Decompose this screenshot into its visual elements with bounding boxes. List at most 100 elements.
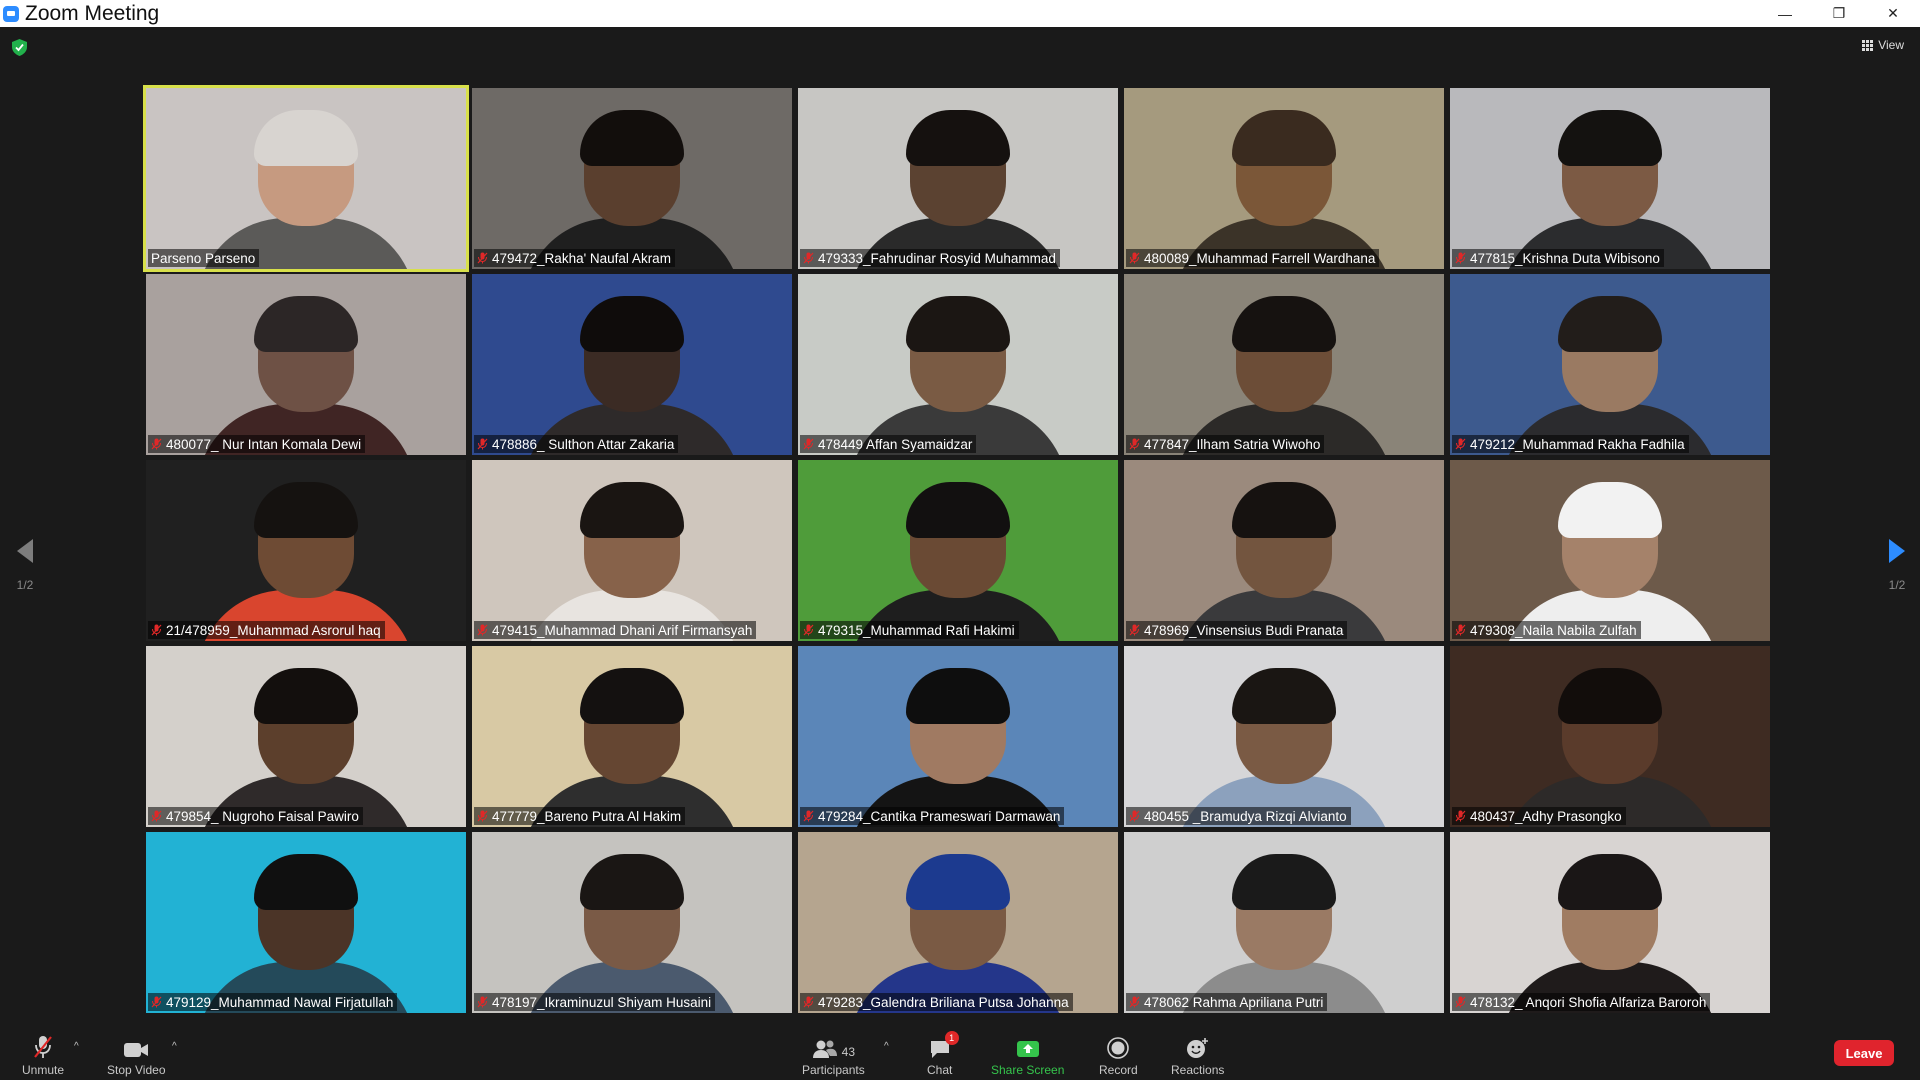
microphone-muted-icon	[477, 438, 488, 450]
participant-tile[interactable]: 478132_ Anqori Shofia Alfariza Baroroh	[1450, 832, 1770, 1013]
participant-hair	[1558, 668, 1662, 724]
participant-video	[798, 460, 1118, 641]
participant-tile[interactable]: 479308_Naila Nabila Zulfah	[1450, 460, 1770, 641]
arrow-right-icon[interactable]	[1888, 538, 1906, 564]
participant-tile[interactable]: 479315_Muhammad Rafi Hakimi	[798, 460, 1118, 641]
participant-video	[1124, 460, 1444, 641]
participant-name: 479284_Cantika Prameswari Darmawan	[818, 808, 1061, 824]
smiley-plus-icon	[1186, 1038, 1208, 1058]
participant-tile[interactable]: Parseno Parseno	[143, 85, 469, 272]
participant-video	[1450, 274, 1770, 455]
close-button[interactable]: ✕	[1866, 0, 1920, 27]
microphone-muted-icon	[1129, 624, 1140, 636]
participant-tile[interactable]: 480077_ Nur Intan Komala Dewi	[146, 274, 466, 455]
participant-nameplate: 480077_ Nur Intan Komala Dewi	[148, 435, 366, 453]
shield-check-icon[interactable]	[12, 39, 27, 56]
participant-tile[interactable]: 480455 _Bramudya Rizqi Alvianto	[1124, 646, 1444, 827]
participant-hair	[906, 854, 1010, 910]
participant-nameplate: 478197_Ikraminuzul Shiyam Husaini	[474, 993, 716, 1011]
participant-nameplate: 478062 Rahma Apriliana Putri	[1126, 993, 1328, 1011]
participant-tile[interactable]: 480437_Adhy Prasongko	[1450, 646, 1770, 827]
participant-tile[interactable]: 479333_Fahrudinar Rosyid Muhammad	[798, 88, 1118, 269]
participant-tile[interactable]: 479283_Galendra Briliana Putsa Johanna	[798, 832, 1118, 1013]
next-page[interactable]: 1/2	[1888, 538, 1906, 592]
participant-tile[interactable]: 478886_ Sulthon Attar Zakaria	[472, 274, 792, 455]
participant-tile[interactable]: 478969_Vinsensius Budi Pranata	[1124, 460, 1444, 641]
participant-tile[interactable]: 479472_Rakha' Naufal Akram	[472, 88, 792, 269]
participant-hair	[254, 110, 358, 166]
participant-tile[interactable]: 479415_Muhammad Dhani Arif Firmansyah	[472, 460, 792, 641]
share-screen-button[interactable]: Share Screen	[991, 1033, 1064, 1077]
zoom-app-icon	[3, 5, 19, 22]
participant-tile[interactable]: 479854_ Nugroho Faisal Pawiro	[146, 646, 466, 827]
participant-tile[interactable]: 478197_Ikraminuzul Shiyam Husaini	[472, 832, 792, 1013]
participant-video	[146, 832, 466, 1013]
audio-options-caret[interactable]: ^	[74, 1041, 79, 1052]
video-options-caret[interactable]: ^	[172, 1041, 177, 1052]
participant-video	[1124, 274, 1444, 455]
participant-name: 479854_ Nugroho Faisal Pawiro	[166, 808, 359, 824]
meeting-toolbar: Unmute ^ Stop Video ^ 43 Participants ^	[0, 1027, 1920, 1080]
previous-page[interactable]: 1/2	[16, 538, 34, 592]
participant-tile[interactable]: 479129_Muhammad Nawal Firjatullah	[146, 832, 466, 1013]
participant-tile[interactable]: 478449 Affan Syamaidzar	[798, 274, 1118, 455]
participant-hair	[1232, 296, 1336, 352]
participant-nameplate: 479315_Muhammad Rafi Hakimi	[800, 621, 1019, 639]
participant-tile[interactable]: 479212_Muhammad Rakha Fadhila	[1450, 274, 1770, 455]
minimize-button[interactable]: —	[1758, 0, 1812, 27]
participant-nameplate: 479333_Fahrudinar Rosyid Muhammad	[800, 249, 1060, 267]
view-label: View	[1878, 38, 1904, 52]
participant-name: 477847_Ilham Satria Wiwoho	[1144, 436, 1321, 452]
record-label: Record	[1099, 1063, 1138, 1077]
participant-hair	[254, 482, 358, 538]
microphone-muted-icon	[1129, 252, 1140, 264]
participant-video	[472, 460, 792, 641]
microphone-muted-icon	[1129, 810, 1140, 822]
participant-nameplate: 479854_ Nugroho Faisal Pawiro	[148, 807, 363, 825]
leave-button[interactable]: Leave	[1834, 1040, 1894, 1066]
participant-tile[interactable]: 21/478959_Muhammad Asrorul haq	[146, 460, 466, 641]
participant-tile[interactable]: 477815_Krishna Duta Wibisono	[1450, 88, 1770, 269]
participant-name: 480437_Adhy Prasongko	[1470, 808, 1622, 824]
participant-nameplate: 480089_Muhammad Farrell Wardhana	[1126, 249, 1380, 267]
chat-unread-badge: 1	[944, 1031, 959, 1045]
participant-hair	[580, 854, 684, 910]
participant-tile[interactable]: 477779_Bareno Putra Al Hakim	[472, 646, 792, 827]
participant-nameplate: 479284_Cantika Prameswari Darmawan	[800, 807, 1065, 825]
participant-nameplate: 478449 Affan Syamaidzar	[800, 435, 977, 453]
record-button[interactable]: Record	[1099, 1033, 1138, 1077]
view-button[interactable]: View	[1862, 38, 1904, 52]
participants-options-caret[interactable]: ^	[884, 1041, 889, 1052]
participant-nameplate: 478132_ Anqori Shofia Alfariza Baroroh	[1452, 993, 1711, 1011]
unmute-button[interactable]: Unmute	[22, 1033, 64, 1077]
chat-button[interactable]: 1 Chat	[927, 1031, 959, 1077]
participant-hair	[1232, 110, 1336, 166]
participants-button[interactable]: 43 Participants	[802, 1033, 865, 1077]
microphone-muted-icon	[803, 996, 814, 1008]
stop-video-label: Stop Video	[107, 1063, 166, 1077]
participant-tile[interactable]: 478062 Rahma Apriliana Putri	[1124, 832, 1444, 1013]
participant-tile[interactable]: 477847_Ilham Satria Wiwoho	[1124, 274, 1444, 455]
unmute-label: Unmute	[22, 1063, 65, 1077]
participant-nameplate: 479283_Galendra Briliana Putsa Johanna	[800, 993, 1073, 1011]
participant-hair	[1558, 296, 1662, 352]
participant-hair	[1558, 854, 1662, 910]
participant-nameplate: 477815_Krishna Duta Wibisono	[1452, 249, 1664, 267]
participant-name: 477815_Krishna Duta Wibisono	[1470, 250, 1660, 266]
participant-hair	[906, 482, 1010, 538]
stop-video-button[interactable]: Stop Video	[107, 1033, 166, 1077]
participant-name: 21/478959_Muhammad Asrorul haq	[166, 622, 381, 638]
window-title: Zoom Meeting	[25, 1, 160, 25]
restore-button[interactable]: ❐	[1812, 0, 1866, 27]
participant-tile[interactable]: 479284_Cantika Prameswari Darmawan	[798, 646, 1118, 827]
microphone-muted-icon	[1455, 252, 1466, 264]
chat-label: Chat	[927, 1063, 953, 1077]
reactions-button[interactable]: Reactions	[1171, 1033, 1224, 1077]
participant-hair	[580, 110, 684, 166]
participant-name: 479129_Muhammad Nawal Firjatullah	[166, 994, 394, 1010]
participant-tile[interactable]: 480089_Muhammad Farrell Wardhana	[1124, 88, 1444, 269]
participant-video	[798, 88, 1118, 269]
arrow-left-icon[interactable]	[16, 538, 34, 564]
share-screen-icon	[1016, 1041, 1039, 1057]
reactions-label: Reactions	[1171, 1063, 1225, 1077]
